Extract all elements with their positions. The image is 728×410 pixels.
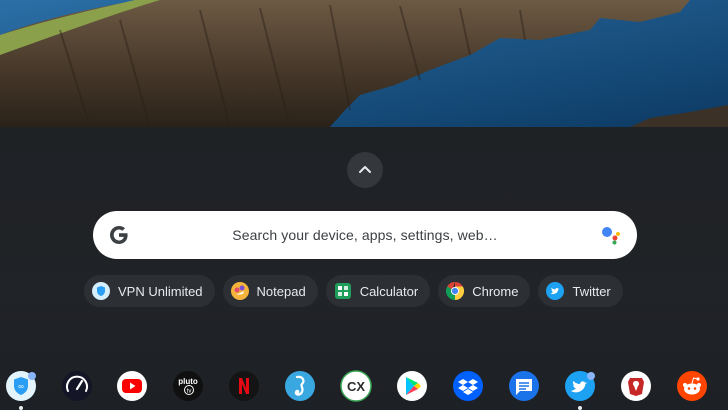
- svg-text:pluto: pluto: [178, 377, 198, 386]
- chrome-icon: [446, 282, 465, 300]
- wallpaper: [0, 0, 728, 127]
- notepad-icon: [230, 282, 249, 300]
- chip-label: Calculator: [359, 283, 419, 299]
- svg-text:tv: tv: [187, 389, 192, 395]
- twitter-icon: [565, 371, 595, 401]
- shelf-app-twitter[interactable]: [563, 369, 597, 403]
- chevron-up-icon: [359, 166, 371, 173]
- pluto-tv-icon: pluto tv: [173, 371, 203, 401]
- calculator-icon: [334, 282, 352, 300]
- chip-label: Twitter: [572, 283, 611, 299]
- vpn-unlimited-icon: [92, 282, 110, 300]
- cx-file-explorer-icon: CX: [340, 370, 372, 402]
- google-assistant-icon[interactable]: [600, 223, 624, 247]
- shelf-app-messages[interactable]: [507, 369, 541, 403]
- chip-label: Chrome: [472, 283, 519, 299]
- vpn-unlimited-icon: ∞: [6, 371, 36, 401]
- twitter-icon: [546, 282, 565, 300]
- shelf-app-dropbox[interactable]: [451, 369, 485, 403]
- chip-calculator[interactable]: Calculator: [325, 275, 431, 307]
- reddit-icon: [677, 371, 707, 401]
- shield-app-icon: [621, 371, 651, 401]
- svg-text:∞: ∞: [18, 382, 24, 391]
- chip-twitter[interactable]: Twitter: [538, 275, 623, 307]
- chip-vpn-unlimited[interactable]: VPN Unlimited: [84, 275, 215, 307]
- running-indicator: [19, 406, 23, 410]
- chip-label: VPN Unlimited: [118, 283, 203, 299]
- running-indicator: [578, 406, 582, 410]
- seahorse-app-icon: [285, 371, 315, 401]
- search-placeholder: Search your device, apps, settings, web…: [232, 227, 498, 243]
- messages-icon: [509, 371, 539, 401]
- shelf-app-reddit[interactable]: [675, 369, 709, 403]
- youtube-icon: [117, 371, 147, 401]
- chip-label: Notepad: [256, 283, 306, 299]
- speedtest-icon: [62, 371, 92, 401]
- svg-text:CX: CX: [347, 379, 365, 394]
- expand-launcher-button[interactable]: [347, 152, 383, 188]
- shelf-app-vpn-unlimited[interactable]: ∞: [4, 369, 38, 403]
- shelf-app-seahorse[interactable]: [283, 369, 317, 403]
- shelf-app-google-play[interactable]: [395, 369, 429, 403]
- google-play-icon: [397, 371, 427, 401]
- shelf-app-youtube[interactable]: [115, 369, 149, 403]
- suggestion-chips: VPN Unlimited Notepad Calculator Chrome: [84, 275, 623, 307]
- netflix-icon: [229, 371, 259, 401]
- shelf-app-netflix[interactable]: [227, 369, 261, 403]
- chip-chrome[interactable]: Chrome: [438, 275, 531, 307]
- shelf-app-cx-file-explorer[interactable]: CX: [339, 369, 373, 403]
- shelf-app-shield[interactable]: [619, 369, 653, 403]
- shelf-app-speedtest[interactable]: [60, 369, 94, 403]
- shelf: ∞ pluto tv CX: [0, 362, 728, 410]
- launcher-search-box[interactable]: Search your device, apps, settings, web…: [93, 211, 637, 259]
- dropbox-icon: [453, 371, 483, 401]
- shelf-app-pluto-tv[interactable]: pluto tv: [171, 369, 205, 403]
- chip-notepad[interactable]: Notepad: [222, 275, 318, 307]
- cliff-landscape-image: [0, 0, 728, 127]
